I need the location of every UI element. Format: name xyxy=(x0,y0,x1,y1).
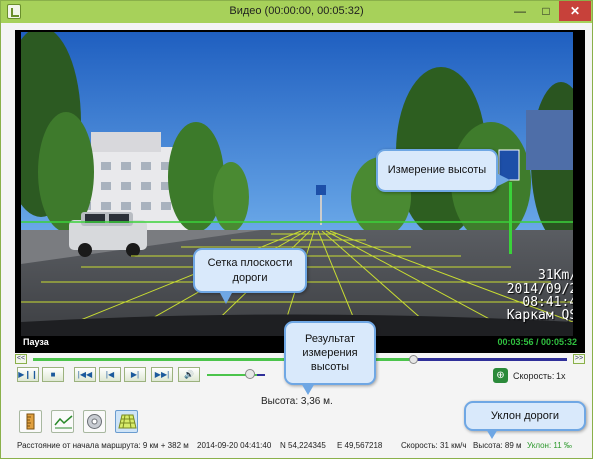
zoom-icon[interactable]: ⊕ xyxy=(493,368,508,383)
grid-icon xyxy=(118,414,137,429)
callout-grid-pointer xyxy=(219,291,233,304)
wheel-mode-button[interactable] xyxy=(83,410,106,433)
speed-value[interactable]: 1x xyxy=(556,371,566,381)
pause-label: Пауза xyxy=(23,337,49,347)
osd-camera: Каркам QS3 xyxy=(506,308,573,323)
seek-back-button[interactable]: << xyxy=(15,354,27,364)
road-profile-icon xyxy=(54,415,73,429)
window-title: Видео (00:00:00, 00:05:32) xyxy=(229,5,364,17)
status-latitude: N 54,224345 xyxy=(280,441,326,450)
go-to-start-button[interactable]: |◀◀ xyxy=(74,367,96,382)
callout-height-measure: Измерение высоты xyxy=(376,149,498,192)
play-pause-button[interactable]: ▶❙❙ xyxy=(17,367,39,382)
go-to-end-button[interactable]: ▶▶| xyxy=(151,367,173,382)
height-result: Высота: 3,36 м. xyxy=(261,396,333,407)
volume-handle[interactable] xyxy=(244,369,255,379)
status-altitude: Высота: 89 м xyxy=(473,441,522,450)
close-button[interactable]: ✕ xyxy=(559,1,591,21)
video-player[interactable]: 31Km/H 2014/09/20 08:41:41 Каркам QS3 xyxy=(15,30,585,353)
callout-slope: Уклон дороги xyxy=(464,401,586,431)
status-datetime: 2014-09-20 04:41:40 xyxy=(197,441,272,450)
road-grid-mode-button[interactable] xyxy=(115,410,138,433)
callout-road-grid: Сетка плоскости дороги xyxy=(193,248,307,293)
step-back-button[interactable]: |◀ xyxy=(99,367,121,382)
status-bar: Расстояние от начала маршрута: 9 км + 38… xyxy=(15,438,585,454)
volume-button[interactable]: 🔊 xyxy=(178,367,200,382)
step-forward-button[interactable]: ▶| xyxy=(124,367,146,382)
ruler-mode-button[interactable] xyxy=(19,410,42,433)
title-bar[interactable]: Видео (00:00:00, 00:05:32) — □ ✕ xyxy=(1,1,592,23)
wheel-icon xyxy=(87,414,102,429)
stop-button[interactable]: ■ xyxy=(42,367,64,382)
maximize-button[interactable]: □ xyxy=(533,1,559,21)
status-distance: Расстояние от начала маршрута: 9 км + 38… xyxy=(17,441,189,450)
callout-slope-pointer xyxy=(486,429,498,439)
status-longitude: E 49,567218 xyxy=(337,441,383,450)
callout-result-pointer xyxy=(301,383,315,395)
osd-speed: 31Km/H xyxy=(538,268,573,283)
callout-result: Результат измерения высоты xyxy=(284,321,376,385)
time-readout: 00:03:56 / 00:05:32 xyxy=(497,337,577,347)
road-profile-mode-button[interactable] xyxy=(51,410,74,433)
billboard xyxy=(526,110,573,170)
ruler-icon xyxy=(26,413,35,430)
status-slope: Уклон: 11 ‰ xyxy=(527,441,572,450)
seek-forward-button[interactable]: >> xyxy=(573,354,585,364)
video-window: Видео (00:00:00, 00:05:32) — □ ✕ 31Km 20… xyxy=(0,0,593,459)
minimize-button[interactable]: — xyxy=(507,1,533,21)
volume-remaining xyxy=(257,374,265,376)
callout-height-pointer xyxy=(496,173,510,187)
status-speed: Скорость: 31 км/ч xyxy=(401,441,467,450)
seek-handle[interactable] xyxy=(408,355,418,364)
